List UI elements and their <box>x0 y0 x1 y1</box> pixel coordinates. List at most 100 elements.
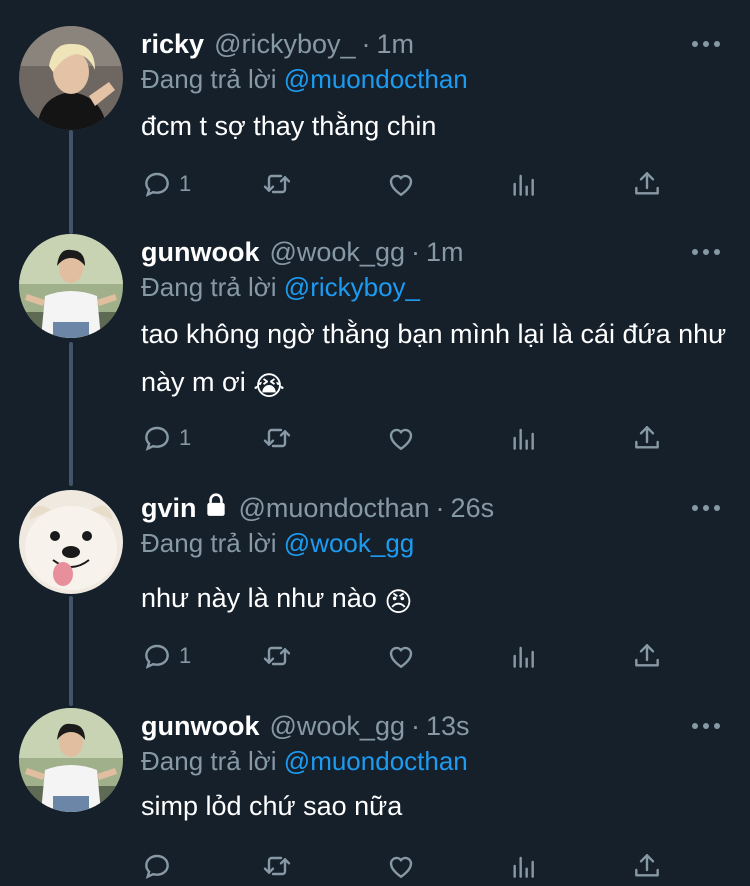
avatar-image <box>19 234 123 338</box>
like-button[interactable] <box>385 846 417 886</box>
analytics-button[interactable] <box>508 164 540 204</box>
analytics-icon <box>513 428 534 450</box>
tweet-text: đcm t sợ thay thằng chin <box>141 102 731 150</box>
retweet-button[interactable] <box>261 636 293 676</box>
reply-icon <box>145 172 169 197</box>
analytics-button[interactable] <box>508 636 540 676</box>
tweet[interactable]: ricky @rickyboy_ · 1m Đang trả lời @muon… <box>0 26 750 226</box>
reply-prefix: Đang trả lời <box>141 528 277 558</box>
reply-context: Đang trả lời @muondocthan <box>141 64 468 95</box>
retweet-button[interactable] <box>261 164 293 204</box>
reply-button[interactable]: 1 <box>141 164 191 204</box>
analytics-icon <box>513 174 534 196</box>
tweet-header: gvin @muondocthan · 26s <box>141 490 494 526</box>
heart-icon <box>389 646 413 669</box>
retweet-icon <box>263 174 291 194</box>
mention-link[interactable]: @muondocthan <box>284 64 468 94</box>
timestamp[interactable]: 26s <box>451 493 495 524</box>
reply-context: Đang trả lời @rickyboy_ <box>141 272 420 303</box>
like-button[interactable] <box>385 164 417 204</box>
reply-button[interactable]: 1 <box>141 636 191 676</box>
like-button[interactable] <box>385 636 417 676</box>
action-bar: 1 <box>141 636 681 676</box>
heart-icon <box>389 856 413 879</box>
tweet-header: ricky @rickyboy_ · 1m <box>141 26 414 62</box>
tweet-text: tao không ngờ thằng bạn mình lại là cái … <box>141 310 731 410</box>
tweet-text-content: như này là như nào <box>141 583 377 613</box>
retweet-icon <box>263 428 291 448</box>
share-button[interactable] <box>631 418 663 458</box>
avatar[interactable] <box>19 234 123 338</box>
tweet[interactable]: gunwook @wook_gg · 13s Đang trả lời @muo… <box>0 708 750 886</box>
tweet-text-content: simp lỏd chứ sao nữa <box>141 791 403 821</box>
share-icon <box>635 854 659 877</box>
mention-link[interactable]: @muondocthan <box>284 746 468 776</box>
heart-icon <box>389 174 413 197</box>
reply-count: 1 <box>179 643 192 668</box>
action-bar <box>141 846 681 886</box>
reply-button[interactable]: 1 <box>141 418 191 458</box>
share-button[interactable] <box>631 846 663 886</box>
like-button[interactable] <box>385 418 417 458</box>
separator-dot: · <box>410 236 420 267</box>
share-button[interactable] <box>631 164 663 204</box>
more-icon[interactable] <box>692 32 720 56</box>
tweet-text-content: đcm t sợ thay thằng chin <box>141 111 437 141</box>
timestamp[interactable]: 1m <box>426 237 464 268</box>
separator-dot: · <box>435 492 445 523</box>
analytics-icon <box>513 646 534 668</box>
more-icon[interactable] <box>692 240 720 264</box>
tweet-header: gunwook @wook_gg · 1m <box>141 234 464 270</box>
reply-context: Đang trả lời @muondocthan <box>141 746 468 777</box>
reply-prefix: Đang trả lời <box>141 746 277 776</box>
lock-icon <box>203 492 229 525</box>
analytics-button[interactable] <box>508 846 540 886</box>
tweet[interactable]: gvin @muondocthan · 26s Đang trả lời @wo… <box>0 490 750 690</box>
display-name[interactable]: gunwook <box>141 711 259 742</box>
retweet-icon <box>263 646 291 666</box>
timestamp[interactable]: 1m <box>377 29 415 60</box>
reply-icon <box>145 426 169 451</box>
display-name[interactable]: ricky <box>141 29 204 60</box>
user-handle[interactable]: @wook_gg <box>269 237 405 268</box>
share-button[interactable] <box>631 636 663 676</box>
reply-prefix: Đang trả lời <box>141 64 277 94</box>
more-icon[interactable] <box>692 714 720 738</box>
user-handle[interactable]: @wook_gg <box>269 711 405 742</box>
angry-emoji: 😠 <box>384 587 413 617</box>
avatar[interactable] <box>19 708 123 812</box>
timestamp[interactable]: 13s <box>426 711 470 742</box>
mention-link[interactable]: @wook_gg <box>284 528 414 558</box>
tweet-text: simp lỏd chứ sao nữa <box>141 782 731 830</box>
retweet-button[interactable] <box>261 418 293 458</box>
reply-icon <box>145 854 169 879</box>
crying-emoji: 😭 <box>253 371 285 401</box>
display-name[interactable]: gvin <box>141 493 197 524</box>
tweet[interactable]: gunwook @wook_gg · 1m Đang trả lời @rick… <box>0 234 750 474</box>
avatar[interactable] <box>19 26 123 130</box>
tweet-text: như này là như nào 😠 <box>141 574 731 626</box>
share-icon <box>635 426 659 449</box>
tweet-text-content: tao không ngờ thằng bạn mình lại là cái … <box>141 319 727 397</box>
action-bar: 1 <box>141 164 681 204</box>
more-icon[interactable] <box>692 496 720 520</box>
action-bar: 1 <box>141 418 681 458</box>
user-handle[interactable]: @muondocthan <box>239 493 430 524</box>
display-name[interactable]: gunwook <box>141 237 259 268</box>
analytics-button[interactable] <box>508 418 540 458</box>
reply-count: 1 <box>179 425 192 450</box>
avatar-image <box>19 708 123 812</box>
reply-icon <box>145 644 169 669</box>
tweet-header: gunwook @wook_gg · 13s <box>141 708 470 744</box>
mention-link[interactable]: @rickyboy_ <box>284 272 420 302</box>
user-handle[interactable]: @rickyboy_ <box>214 29 355 60</box>
avatar[interactable] <box>19 490 123 594</box>
share-icon <box>635 644 659 667</box>
share-icon <box>635 172 659 195</box>
reply-prefix: Đang trả lời <box>141 272 277 302</box>
reply-button[interactable] <box>141 846 179 886</box>
retweet-icon <box>263 856 291 876</box>
heart-icon <box>389 428 413 451</box>
separator-dot: · <box>410 710 420 741</box>
retweet-button[interactable] <box>261 846 293 886</box>
